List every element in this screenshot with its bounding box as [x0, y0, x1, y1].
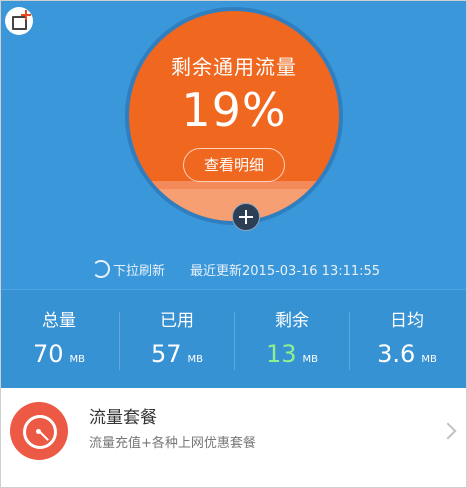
gauge-title: 剩余通用流量 — [171, 55, 297, 79]
plus-icon — [21, 10, 31, 20]
stat-label: 已用 — [160, 311, 194, 331]
stat-total: 总量 70 MB — [1, 290, 117, 389]
stat-value: 57 — [150, 340, 182, 368]
add-widget-icon[interactable] — [5, 7, 33, 35]
traffic-gauge: 剩余通用流量 19% 查看明细 — [125, 7, 343, 225]
plus-circle-icon[interactable] — [232, 203, 260, 231]
package-title: 流量套餐 — [89, 408, 157, 428]
traffic-header: 剩余通用流量 19% 查看明细 下拉刷新 最近更新2015-03-16 13:1… — [1, 1, 466, 389]
stat-used: 已用 57 MB — [119, 290, 235, 389]
stat-value: 13 — [265, 340, 297, 368]
gauge-level-band — [129, 181, 339, 190]
package-subtitle: 流量充值+各种上网优惠套餐 — [89, 436, 256, 451]
stat-value-row: 57 MB — [119, 340, 235, 368]
app-frame: 剩余通用流量 19% 查看明细 下拉刷新 最近更新2015-03-16 13:1… — [0, 0, 467, 488]
gauge-percent: 19% — [181, 83, 287, 137]
pull-to-refresh-label: 下拉刷新 — [113, 264, 166, 279]
stat-unit: MB — [421, 354, 437, 365]
stat-label: 剩余 — [275, 311, 309, 331]
stat-remaining: 剩余 13 MB — [234, 290, 350, 389]
stat-daily-average: 日均 3.6 MB — [349, 290, 465, 389]
refresh-row: 下拉刷新 最近更新2015-03-16 13:11:55 — [1, 257, 466, 281]
stat-value-row: 13 MB — [234, 340, 350, 368]
stopwatch-icon — [10, 402, 68, 460]
gauge-circle: 剩余通用流量 19% 查看明细 — [129, 11, 339, 221]
stats-bar: 总量 70 MB 已用 57 MB 剩余 13 MB 日均 3.6 MB — [1, 289, 466, 389]
traffic-package-row[interactable]: 流量套餐 流量充值+各种上网优惠套餐 — [1, 388, 466, 487]
refresh-icon — [92, 260, 110, 278]
chevron-right-icon — [439, 422, 457, 440]
stat-unit: MB — [187, 354, 204, 365]
stat-value-row: 3.6 MB — [349, 340, 465, 368]
stat-label: 总量 — [42, 311, 76, 331]
stat-value: 70 — [32, 340, 64, 368]
stat-value-row: 70 MB — [1, 340, 117, 368]
stopwatch-center — [36, 429, 41, 434]
stat-label: 日均 — [390, 311, 424, 331]
stat-unit: MB — [302, 354, 319, 365]
last-updated-label: 最近更新2015-03-16 13:11:55 — [190, 264, 381, 279]
stat-value: 3.6 — [377, 340, 416, 368]
view-details-button[interactable]: 查看明细 — [183, 148, 285, 182]
stat-unit: MB — [69, 354, 86, 365]
